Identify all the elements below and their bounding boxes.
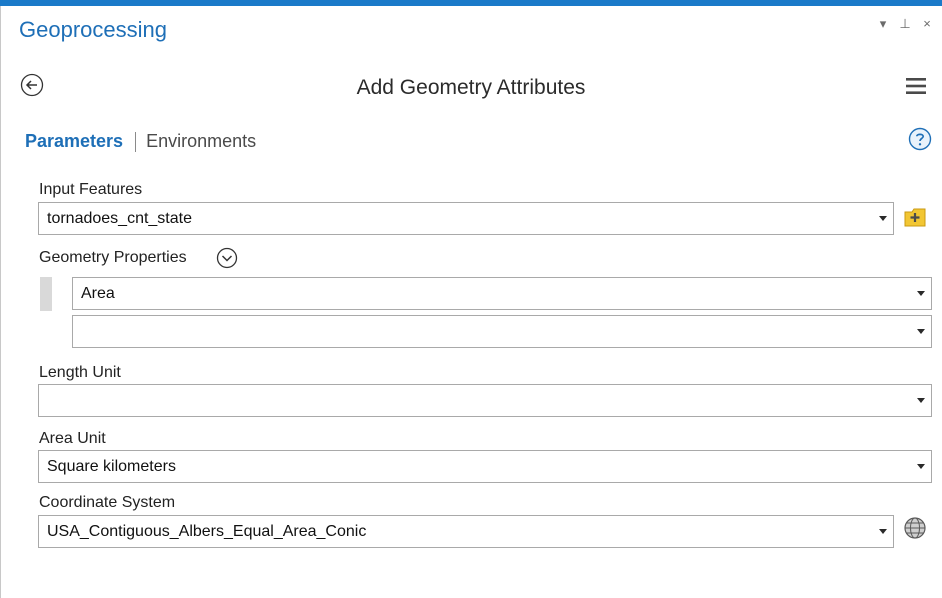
area-unit-dropdown[interactable]: Square kilometers [38,450,932,483]
help-icon[interactable] [908,127,932,151]
geometry-property-dropdown-1[interactable]: Area [72,277,932,310]
dropdown-arrow-icon[interactable] [917,398,925,403]
geometry-property-value-1: Area [81,285,115,302]
tab-environments[interactable]: Environments [146,131,256,152]
close-icon[interactable]: × [921,16,933,32]
length-unit-label: Length Unit [39,364,121,381]
hamburger-menu-icon[interactable] [906,77,926,95]
tab-parameters[interactable]: Parameters [25,131,123,152]
add-folder-icon[interactable] [903,206,927,228]
dropdown-arrow-icon[interactable] [879,529,887,534]
input-features-dropdown[interactable]: tornadoes_cnt_state [38,202,894,235]
coordinate-system-label: Coordinate System [39,494,176,511]
dropdown-arrow-icon[interactable] [917,291,925,296]
area-unit-label: Area Unit [39,430,106,447]
dropdown-arrow-icon[interactable] [879,216,887,221]
chevron-down-circle-icon[interactable] [216,247,238,269]
pane-options-icon[interactable]: ▾ [877,16,889,32]
pin-icon[interactable]: ⊥ [899,16,911,32]
geometry-properties-row-handle[interactable] [40,277,52,311]
geometry-property-dropdown-2[interactable] [72,315,932,348]
dropdown-arrow-icon[interactable] [917,464,925,469]
pane-controls: ▾ ⊥ × [877,16,933,32]
dropdown-arrow-icon[interactable] [917,329,925,334]
tool-tabs: Parameters Environments [25,131,256,152]
length-unit-dropdown[interactable] [38,384,932,417]
area-unit-value: Square kilometers [47,458,176,475]
coordinate-system-value: USA_Contiguous_Albers_Equal_Area_Conic [47,523,367,540]
coordinate-system-dropdown[interactable]: USA_Contiguous_Albers_Equal_Area_Conic [38,515,894,548]
pane-accent-bar [0,0,942,6]
input-features-label: Input Features [39,181,143,198]
tab-divider [135,131,137,152]
pane-title: Geoprocessing [19,17,167,42]
globe-icon[interactable] [903,516,927,540]
geometry-properties-label: Geometry Properties [39,249,187,266]
tool-title: Add Geometry Attributes [356,76,586,99]
input-features-value: tornadoes_cnt_state [47,210,192,227]
